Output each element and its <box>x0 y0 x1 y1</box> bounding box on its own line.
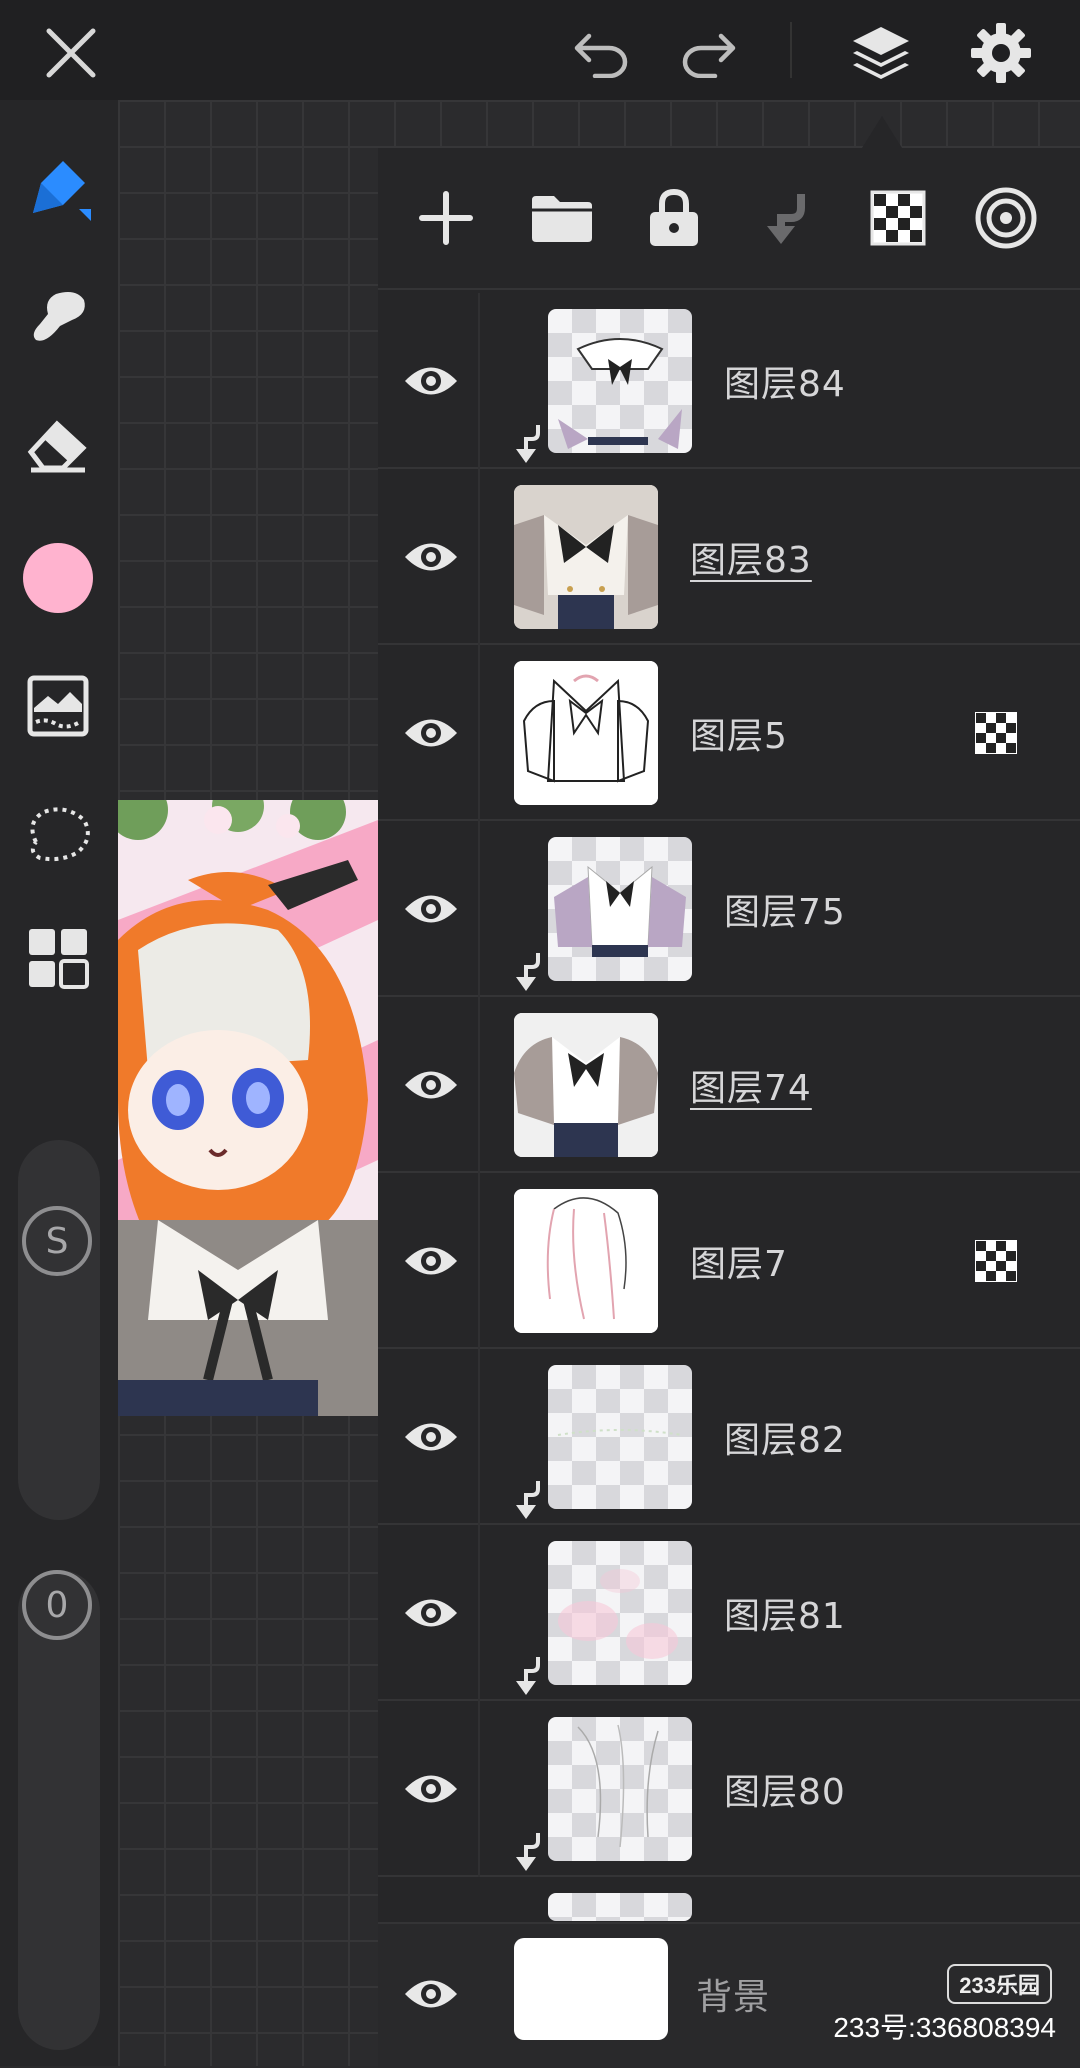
watermark-text: 233号:336808394 <box>833 2012 1056 2043</box>
alpha-lock-icon <box>974 1239 1018 1283</box>
layer-row[interactable]: 图层81 <box>378 1525 1080 1701</box>
visibility-eye-icon[interactable] <box>398 1583 464 1643</box>
close-icon[interactable] <box>36 18 106 88</box>
row-divider <box>478 1525 480 1701</box>
brush-size-slider[interactable] <box>18 1140 100 1520</box>
clipping-arrow-icon <box>512 1831 542 1873</box>
row-divider <box>478 645 480 821</box>
layer-thumbnail[interactable] <box>548 1893 692 1921</box>
clipping-arrow-icon <box>512 951 542 993</box>
layer-row[interactable]: 图层83 <box>378 469 1080 645</box>
background-thumbnail <box>514 1938 668 2040</box>
visibility-eye-icon[interactable] <box>398 1231 464 1291</box>
layer-name[interactable]: 图层7 <box>690 1235 788 1287</box>
alpha-lock-icon[interactable] <box>860 180 936 256</box>
pen-icon[interactable] <box>20 150 96 226</box>
layers-panel: 图层84 图层83 图层5 图层75 图层74 图层7 图层82 图层81 图层80 <box>378 148 1080 2066</box>
undo-icon[interactable] <box>566 18 636 88</box>
clip-down-icon[interactable] <box>748 180 824 256</box>
visibility-eye-icon[interactable] <box>398 527 464 587</box>
visibility-eye-icon[interactable] <box>398 879 464 939</box>
smudge-icon[interactable] <box>20 278 96 354</box>
row-divider <box>478 1173 480 1349</box>
eraser-icon[interactable] <box>20 406 96 482</box>
visibility-eye-icon[interactable] <box>398 1759 464 1819</box>
visibility-eye-icon[interactable] <box>398 351 464 411</box>
panel-pointer <box>862 116 902 148</box>
layer-row[interactable]: 图层74 <box>378 997 1080 1173</box>
redo-icon[interactable] <box>674 18 744 88</box>
layer-name[interactable]: 图层83 <box>690 531 812 583</box>
clipping-arrow-icon <box>512 1479 542 1521</box>
opacity-label: 0 <box>45 1584 69 1626</box>
layer-name[interactable]: 图层75 <box>724 883 846 935</box>
menu-grid-icon[interactable] <box>20 920 96 996</box>
layer-name[interactable]: 图层80 <box>724 1763 846 1815</box>
clipping-arrow-icon <box>512 1655 542 1697</box>
top-divider <box>790 22 792 78</box>
layer-thumbnail[interactable] <box>514 1189 658 1333</box>
layer-thumbnail[interactable] <box>548 309 692 453</box>
layer-thumbnail[interactable] <box>514 661 658 805</box>
top-bar <box>0 0 1080 100</box>
color-swatch[interactable] <box>20 540 96 616</box>
layer-name[interactable]: 图层5 <box>690 707 788 759</box>
background-layer-row[interactable]: 背景 233乐园 <box>378 1922 1080 2068</box>
row-divider <box>478 293 480 469</box>
layers-icon[interactable] <box>846 18 916 88</box>
layer-row[interactable]: 图层75 <box>378 821 1080 997</box>
visibility-eye-icon[interactable] <box>398 1407 464 1467</box>
opacity-slider[interactable] <box>18 1570 100 2050</box>
canvas-artwork <box>118 800 378 1416</box>
row-divider <box>478 1349 480 1525</box>
lock-icon[interactable] <box>636 180 712 256</box>
background-layer-name: 背景 <box>696 1977 771 2018</box>
row-divider <box>478 469 480 645</box>
layer-thumbnail[interactable] <box>514 1013 658 1157</box>
layer-thumbnail[interactable] <box>548 1717 692 1861</box>
add-layer-icon[interactable] <box>408 180 484 256</box>
settings-icon[interactable] <box>966 18 1036 88</box>
clipping-arrow-icon <box>512 423 542 465</box>
layer-thumbnail[interactable] <box>548 1365 692 1509</box>
layer-row[interactable]: 图层82 <box>378 1349 1080 1525</box>
watermark-logo: 233乐园 <box>947 1964 1052 2004</box>
layer-name[interactable]: 图层84 <box>724 355 846 407</box>
layers-toolbar <box>378 148 1080 290</box>
layer-thumbnail[interactable] <box>514 485 658 629</box>
layer-thumbnail[interactable] <box>548 1541 692 1685</box>
visibility-eye-icon[interactable] <box>398 1055 464 1115</box>
filter-icon[interactable] <box>20 668 96 744</box>
folder-icon[interactable] <box>524 180 600 256</box>
size-knob[interactable]: S <box>22 1206 92 1276</box>
layer-thumbnail[interactable] <box>548 837 692 981</box>
row-divider <box>478 997 480 1173</box>
row-divider <box>478 1701 480 1877</box>
row-divider <box>478 821 480 997</box>
alpha-lock-icon <box>974 711 1018 755</box>
layer-row[interactable]: 图层7 <box>378 1173 1080 1349</box>
layer-row[interactable]: 图层80 <box>378 1701 1080 1877</box>
lasso-icon[interactable] <box>20 796 96 872</box>
visibility-eye-icon[interactable] <box>398 703 464 763</box>
opacity-knob[interactable]: 0 <box>22 1570 92 1640</box>
blend-mode-icon[interactable] <box>968 180 1044 256</box>
layer-row[interactable]: 图层5 <box>378 645 1080 821</box>
size-label: S <box>45 1220 69 1262</box>
visibility-eye-icon[interactable] <box>398 1964 464 2024</box>
left-toolbar: S 0 <box>0 100 118 2066</box>
layer-row[interactable]: 图层84 <box>378 293 1080 469</box>
layer-name[interactable]: 图层74 <box>690 1059 812 1111</box>
layer-name[interactable]: 图层82 <box>724 1411 846 1463</box>
layer-name[interactable]: 图层81 <box>724 1587 846 1639</box>
